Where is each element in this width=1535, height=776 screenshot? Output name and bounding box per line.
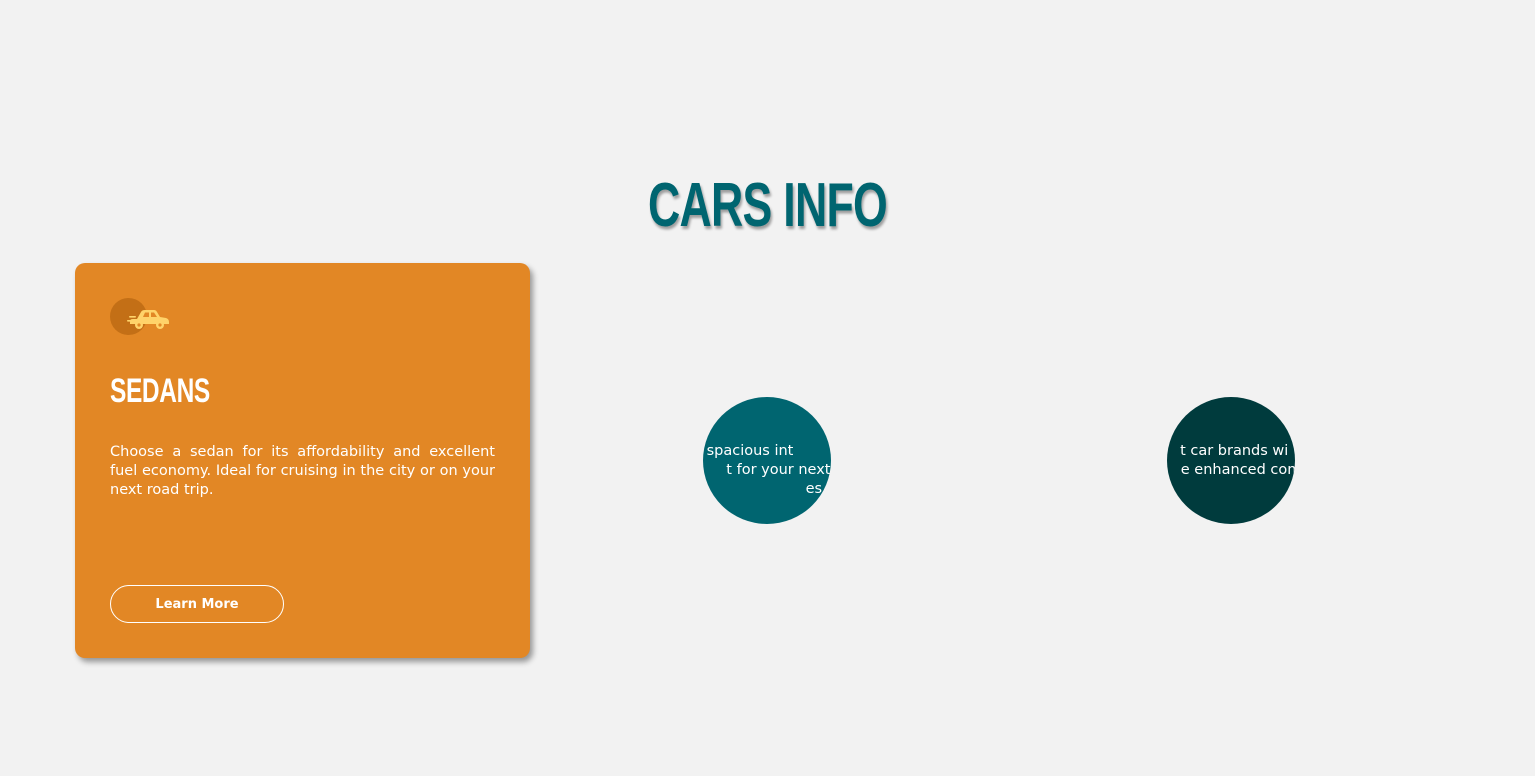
page: CARS INFO SEDANS Choose a sedan for its …	[0, 0, 1535, 776]
text-fragment-line2: t for your next fa	[726, 462, 831, 478]
card-description: Choose a sedan for its affordability and…	[110, 444, 495, 498]
collapsed-card-text: Choose an SUV for its spacious int terio…	[703, 442, 831, 499]
sedans-card: SEDANS Choose a sedan for its affordabil…	[75, 263, 530, 658]
car-icon-glyph	[127, 310, 169, 329]
text-fragment-line1: its spacious int	[703, 443, 794, 459]
text-fragment-line3: es.	[805, 481, 827, 497]
card-title: SEDANS	[110, 372, 210, 410]
collapsed-card-teal[interactable]: Choose an SUV for its spacious int terio…	[703, 397, 831, 524]
collapsed-card-text: Luxury cars are the best car brands wi t…	[1167, 442, 1295, 499]
car-icon	[110, 298, 172, 338]
text-fragment-line2: e enhanced com	[1180, 462, 1295, 478]
text-fragment-line1: t car brands wi	[1180, 443, 1289, 459]
text-fragment-line3: style.	[1167, 481, 1170, 497]
collapsed-card-dark[interactable]: Luxury cars are the best car brands wi t…	[1167, 397, 1295, 524]
learn-more-button[interactable]: Learn More	[110, 585, 284, 623]
page-title: CARS INFO	[647, 171, 888, 240]
